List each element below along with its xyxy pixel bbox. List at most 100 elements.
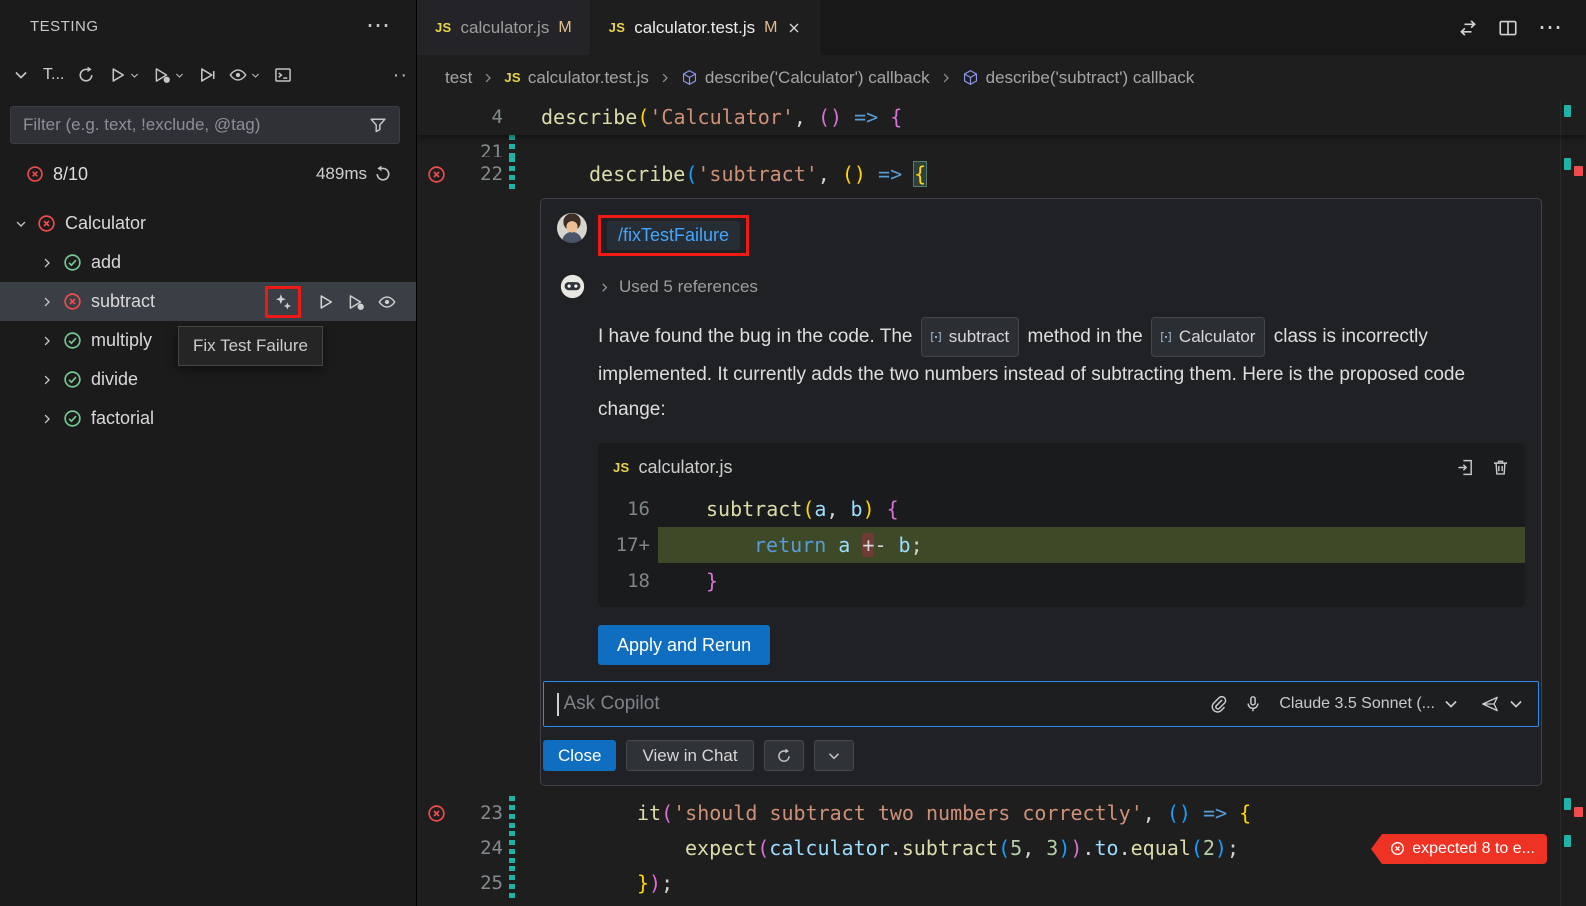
apply-and-rerun-button[interactable]: Apply and Rerun — [598, 625, 770, 665]
test-fail-glyph-icon[interactable] — [417, 157, 455, 192]
sidebar-more-actions-icon[interactable]: ⋯ — [366, 21, 390, 31]
breadcrumb: test JScalculator.test.js describe('Calcul… — [417, 55, 1586, 100]
scrollbar[interactable] — [1560, 100, 1586, 906]
chevron-down-icon — [129, 70, 140, 81]
tree-item-label: subtract — [91, 291, 155, 312]
tab-calculator.test.js[interactable]: JScalculator.test.jsM — [591, 0, 822, 55]
overview-mark-teal — [1564, 158, 1571, 170]
test-failed-icon — [37, 214, 56, 233]
line-number: 24 — [455, 831, 503, 866]
twisty-right-icon[interactable] — [40, 256, 54, 270]
diff-line-17+: 17+return a +- b; — [598, 527, 1525, 563]
test-results-status: 8/10 489ms — [0, 152, 416, 196]
run-test-icon[interactable] — [316, 293, 334, 311]
code-text: subtract(a, b) { — [658, 491, 1525, 527]
tabs: JScalculator.jsMJScalculator.test.jsM — [417, 0, 821, 55]
view-in-chat-button[interactable]: View in Chat — [626, 740, 753, 771]
modified-badge: M — [764, 19, 777, 37]
code-line-22[interactable]: 22describe('subtract', () => { — [417, 157, 1586, 192]
code-text: expect(calculator.subtract(5, 3)).to.equ… — [515, 831, 1239, 866]
breadcrumb-label: describe('subtract') callback — [986, 68, 1195, 88]
overview-mark-teal — [1564, 835, 1571, 847]
send-icon[interactable] — [1481, 695, 1499, 713]
sidebar-title: TESTING — [30, 18, 99, 35]
chevron-down-icon[interactable] — [1507, 695, 1525, 713]
twisty-right-icon[interactable] — [40, 295, 54, 309]
references-toggle[interactable]: Used 5 references — [598, 273, 1525, 301]
chat-input[interactable]: Ask Copilot Claude 3.5 Sonnet (... — [543, 681, 1539, 727]
test-filter-input[interactable]: Filter (e.g. text, !exclude, @tag) — [10, 106, 400, 144]
tree-item-label: divide — [91, 369, 138, 390]
breadcrumb-item[interactable]: describe('Calculator') callback — [681, 68, 930, 88]
tree-item-subtract[interactable]: subtract — [0, 282, 416, 321]
slash-command-chip[interactable]: /fixTestFailure — [607, 221, 740, 250]
js-file-icon: JS — [613, 460, 630, 475]
tab-calculator.js[interactable]: JScalculator.jsM — [417, 0, 591, 55]
js-file-icon: JS — [609, 20, 626, 35]
discard-icon[interactable] — [1491, 458, 1510, 477]
run-with-coverage-icon[interactable] — [198, 66, 216, 84]
debug-all-tests-button[interactable] — [153, 66, 185, 84]
rerun-request-button[interactable] — [764, 740, 804, 771]
open-test-output-icon[interactable] — [274, 66, 292, 84]
editor-group: JScalculator.jsMJScalculator.test.jsM ⋯ … — [417, 0, 1586, 906]
code-line-4[interactable]: 4describe('Calculator', () => { — [417, 100, 1586, 135]
twisty-down-icon[interactable] — [14, 217, 28, 231]
glyph-spacer — [417, 135, 455, 157]
watch-tests-button[interactable] — [229, 66, 261, 84]
open-changes-icon[interactable] — [1458, 18, 1478, 38]
refresh-tests-icon[interactable] — [77, 66, 95, 84]
tree-item-add[interactable]: add — [0, 243, 416, 282]
symbol-reference-icon — [929, 330, 943, 344]
text-caret — [557, 693, 559, 716]
mic-icon[interactable] — [1244, 695, 1262, 713]
peek-output-icon[interactable] — [378, 293, 396, 311]
run-all-tests-button[interactable] — [108, 66, 140, 84]
symbol-chip[interactable]: Calculator — [1151, 317, 1266, 357]
symbol-chip[interactable]: subtract — [921, 317, 1019, 357]
breadcrumb-item[interactable]: test — [445, 68, 472, 88]
model-picker[interactable]: Claude 3.5 Sonnet (... — [1279, 695, 1460, 713]
twisty-right-icon[interactable] — [40, 412, 54, 426]
tab-bar: JScalculator.jsMJScalculator.test.jsM ⋯ — [417, 0, 1586, 55]
section-label[interactable]: T... — [43, 66, 64, 84]
copilot-avatar-icon — [559, 273, 586, 300]
twisty-right-icon[interactable] — [40, 334, 54, 348]
toolbar-overflow-icon[interactable]: ·· — [393, 64, 408, 87]
code-line-23[interactable]: 23it('should subtract two numbers correc… — [417, 796, 1586, 831]
attach-context-icon[interactable] — [1209, 695, 1227, 713]
line-number: 18 — [598, 563, 654, 599]
more-actions-dropdown-button[interactable] — [814, 740, 854, 771]
insert-at-cursor-icon[interactable] — [1456, 458, 1475, 477]
code-line-21[interactable]: 21 — [417, 135, 1586, 157]
filter-icon[interactable] — [369, 116, 387, 134]
breadcrumb-item[interactable]: JScalculator.test.js — [504, 68, 648, 88]
tree-item-Calculator[interactable]: Calculator — [0, 204, 416, 243]
collapse-section-chevron-icon[interactable] — [12, 66, 30, 84]
testing-sidebar: TESTING ⋯ T... ·· Filter (e.g. t — [0, 0, 417, 906]
chevron-down-icon — [1442, 695, 1460, 713]
test-fail-glyph-icon[interactable] — [417, 796, 455, 831]
breadcrumb-label: calculator.test.js — [528, 68, 649, 88]
line-number: 25 — [455, 866, 503, 901]
diff-line-18: 18} — [598, 563, 1525, 599]
close-icon[interactable] — [786, 20, 802, 36]
symbol-chip-label: Calculator — [1179, 319, 1256, 354]
split-editor-icon[interactable] — [1498, 18, 1518, 38]
debug-test-icon[interactable] — [347, 293, 365, 311]
code-editor[interactable]: 4describe('Calculator', () => {2122descr… — [417, 100, 1586, 906]
line-number: 16 — [598, 491, 654, 527]
breadcrumb-item[interactable]: describe('subtract') callback — [962, 68, 1195, 88]
more-editor-actions-icon[interactable]: ⋯ — [1538, 23, 1562, 33]
fix-test-failure-sparkle-icon[interactable] — [274, 293, 292, 311]
code-line-25[interactable]: 25}); — [417, 866, 1586, 901]
twisty-right-icon[interactable] — [40, 373, 54, 387]
tree-item-factorial[interactable]: factorial — [0, 399, 416, 438]
symbol-cube-icon — [962, 69, 979, 86]
tree-item-label: add — [91, 252, 121, 273]
line-number: 4 — [455, 100, 503, 135]
rerun-last-icon[interactable] — [374, 165, 392, 183]
code-text: it('should subtract two numbers correctl… — [515, 796, 1251, 831]
close-button[interactable]: Close — [543, 740, 616, 771]
code-line-24[interactable]: 24 expect(calculator.subtract(5, 3)).to.e… — [417, 831, 1586, 866]
